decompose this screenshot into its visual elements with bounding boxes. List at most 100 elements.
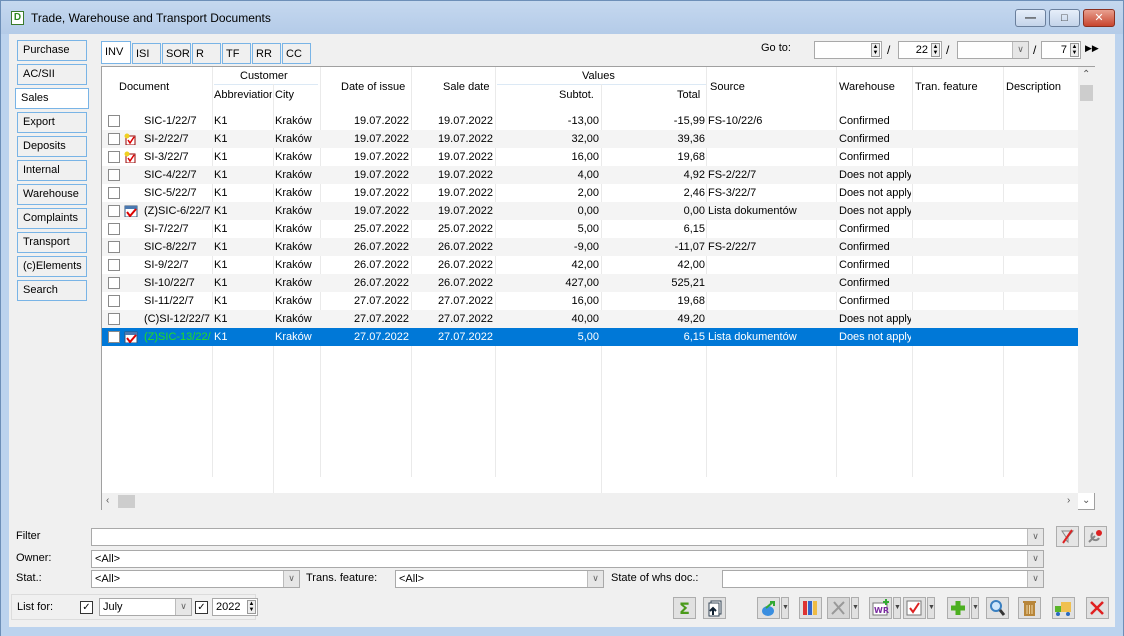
- vertical-scrollbar[interactable]: ⌃ ⌄: [1078, 67, 1095, 506]
- goto-field-4[interactable]: 7 ▲ ▼: [1041, 41, 1081, 59]
- year-spinner[interactable]: 2022 ▲ ▼: [212, 598, 258, 616]
- goto-button[interactable]: ▶▶: [1085, 43, 1099, 54]
- row-checkbox[interactable]: [108, 295, 120, 307]
- header-description[interactable]: Description: [1006, 81, 1061, 93]
- header-tran-feature[interactable]: Tran. feature: [915, 81, 978, 93]
- sidebar-item-internal[interactable]: Internal: [17, 160, 87, 181]
- row-checkbox[interactable]: [108, 259, 120, 271]
- close-window-button[interactable]: ✕: [1083, 9, 1115, 27]
- spinner-icon[interactable]: ▲ ▼: [931, 43, 940, 57]
- table-row[interactable]: (Z)SIC-6/22/7 K1 Kraków 19.07.2022 19.07.202…: [102, 202, 1078, 220]
- sidebar-item-c-elements[interactable]: (c)Elements: [17, 256, 87, 277]
- owner-select[interactable]: <All> ∨: [91, 550, 1044, 568]
- table-row[interactable]: SI-9/22/7 K1 Kraków 26.07.2022 26.07.2022 42,…: [102, 256, 1078, 274]
- row-checkbox[interactable]: [108, 313, 120, 325]
- goto-field-3[interactable]: ∨: [957, 41, 1029, 59]
- binders-button[interactable]: [799, 597, 822, 619]
- new-wr-dropdown[interactable]: ▼: [893, 597, 901, 619]
- import-button[interactable]: [703, 597, 726, 619]
- chevron-down-icon[interactable]: ∨: [175, 599, 191, 615]
- filter-input[interactable]: ∨: [91, 528, 1044, 546]
- tools-button[interactable]: [827, 597, 850, 619]
- table-row[interactable]: SIC-1/22/7 K1 Kraków 19.07.2022 19.07.2022 -1…: [102, 112, 1078, 130]
- sidebar-item-deposits[interactable]: Deposits: [17, 136, 87, 157]
- header-source[interactable]: Source: [710, 81, 745, 93]
- row-checkbox[interactable]: [108, 115, 120, 127]
- scroll-left-icon[interactable]: ‹: [106, 495, 109, 506]
- preview-button[interactable]: [986, 597, 1009, 619]
- tab-tf[interactable]: TF: [222, 43, 251, 64]
- sidebar-item-search[interactable]: Search: [17, 280, 87, 301]
- row-checkbox[interactable]: [108, 187, 120, 199]
- header-abbreviation[interactable]: Abbreviation: [214, 89, 272, 101]
- sum-button[interactable]: Σ: [673, 597, 696, 619]
- vertical-scroll-thumb[interactable]: [1080, 85, 1093, 101]
- add-dropdown[interactable]: ▼: [971, 597, 979, 619]
- scroll-down-icon[interactable]: ⌄: [1082, 495, 1090, 506]
- year-checkbox[interactable]: ✓: [195, 601, 208, 614]
- scroll-up-icon[interactable]: ⌃: [1082, 69, 1090, 80]
- month-checkbox[interactable]: ✓: [80, 601, 93, 614]
- table-row[interactable]: SI-3/22/7 K1 Kraków 19.07.2022 19.07.2022 16,…: [102, 148, 1078, 166]
- clear-filter-button[interactable]: [1056, 526, 1079, 547]
- whs-state-select[interactable]: ∨: [722, 570, 1044, 588]
- row-checkbox[interactable]: [108, 277, 120, 289]
- approve-button[interactable]: [903, 597, 926, 619]
- chevron-down-icon[interactable]: ∨: [1012, 42, 1028, 58]
- export-dropdown[interactable]: ▼: [781, 597, 789, 619]
- sidebar-item-export[interactable]: Export: [17, 112, 87, 133]
- header-date-of-issue[interactable]: Date of issue: [341, 81, 405, 93]
- tools-dropdown[interactable]: ▼: [851, 597, 859, 619]
- spinner-icon[interactable]: ▲ ▼: [1070, 43, 1079, 57]
- maximize-button[interactable]: □: [1049, 9, 1080, 27]
- row-checkbox[interactable]: [108, 331, 120, 343]
- tab-isi[interactable]: ISI: [132, 43, 161, 64]
- row-checkbox[interactable]: [108, 205, 120, 217]
- delete-button[interactable]: [1018, 597, 1041, 619]
- spinner-icon[interactable]: ▲ ▼: [871, 43, 880, 57]
- chevron-down-icon[interactable]: ∨: [283, 571, 299, 587]
- scroll-right-icon[interactable]: ›: [1067, 495, 1070, 506]
- spinner-icon[interactable]: ▲ ▼: [247, 600, 256, 614]
- tab-inv[interactable]: INV: [101, 41, 131, 64]
- status-select[interactable]: <All> ∨: [91, 570, 300, 588]
- header-subtotal[interactable]: Subtot.: [559, 89, 594, 101]
- close-list-button[interactable]: [1086, 597, 1109, 619]
- header-total[interactable]: Total: [677, 89, 700, 101]
- tab-r[interactable]: R: [192, 43, 221, 64]
- row-checkbox[interactable]: [108, 169, 120, 181]
- sidebar-item-purchase[interactable]: Purchase: [17, 40, 87, 61]
- header-city[interactable]: City: [275, 89, 294, 101]
- row-checkbox[interactable]: [108, 133, 120, 145]
- chevron-down-icon[interactable]: ∨: [1027, 571, 1043, 587]
- tab-sor[interactable]: SOR: [162, 43, 191, 64]
- table-row[interactable]: SI-11/22/7 K1 Kraków 27.07.2022 27.07.2022 16…: [102, 292, 1078, 310]
- table-row[interactable]: SI-7/22/7 K1 Kraków 25.07.2022 25.07.2022 5,0…: [102, 220, 1078, 238]
- sidebar-item-ac-sii[interactable]: AC/SII: [17, 64, 87, 85]
- header-sale-date[interactable]: Sale date: [443, 81, 489, 93]
- minimize-button[interactable]: —: [1015, 9, 1046, 27]
- chevron-down-icon[interactable]: ∨: [1027, 529, 1043, 545]
- table-row[interactable]: (Z)SIC-13/22/7 K1 Kraków 27.07.2022 27.07.20…: [102, 328, 1078, 346]
- add-button[interactable]: [947, 597, 970, 619]
- month-select[interactable]: July ∨: [99, 598, 192, 616]
- sidebar-item-complaints[interactable]: Complaints: [17, 208, 87, 229]
- table-row[interactable]: SIC-4/22/7 K1 Kraków 19.07.2022 19.07.2022 4,…: [102, 166, 1078, 184]
- sidebar-item-sales[interactable]: Sales: [15, 88, 89, 109]
- table-row[interactable]: SI-10/22/7 K1 Kraków 26.07.2022 26.07.2022 42…: [102, 274, 1078, 292]
- horizontal-scroll-thumb[interactable]: [118, 495, 135, 508]
- horizontal-scrollbar[interactable]: ‹ ›: [102, 493, 1078, 510]
- goto-field-2[interactable]: 22 ▲ ▼: [898, 41, 942, 59]
- new-wr-button[interactable]: WR: [869, 597, 892, 619]
- tab-cc[interactable]: CC: [282, 43, 311, 64]
- table-row[interactable]: SIC-8/22/7 K1 Kraków 26.07.2022 26.07.2022 -9…: [102, 238, 1078, 256]
- sidebar-item-warehouse[interactable]: Warehouse: [17, 184, 87, 205]
- trans-feature-select[interactable]: <All> ∨: [395, 570, 604, 588]
- table-row[interactable]: (C)SI-12/22/7 K1 Kraków 27.07.2022 27.07.202…: [102, 310, 1078, 328]
- row-checkbox[interactable]: [108, 241, 120, 253]
- table-row[interactable]: SI-2/22/7 K1 Kraków 19.07.2022 19.07.2022 32,…: [102, 130, 1078, 148]
- goto-field-1[interactable]: ▲ ▼: [814, 41, 882, 59]
- row-checkbox[interactable]: [108, 151, 120, 163]
- row-checkbox[interactable]: [108, 223, 120, 235]
- export-button[interactable]: [757, 597, 780, 619]
